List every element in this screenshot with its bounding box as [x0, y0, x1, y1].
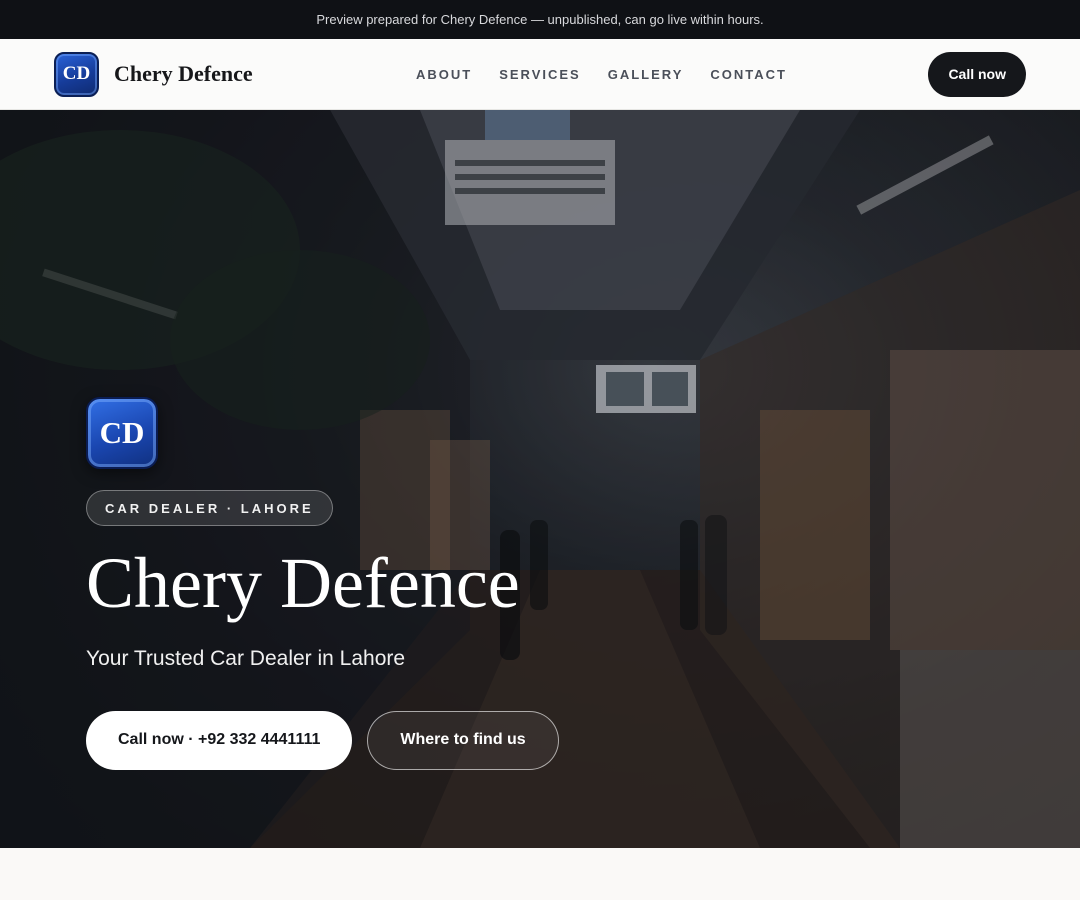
brand-logo-initials: CD [62, 63, 91, 84]
category-badge: CAR DEALER · LAHORE [86, 490, 333, 526]
nav-link-contact[interactable]: CONTACT [710, 67, 787, 82]
nav-link-about[interactable]: ABOUT [416, 67, 472, 82]
call-now-button[interactable]: Call now [928, 51, 1026, 97]
preview-banner-text: Preview prepared for Chery Defence — unp… [316, 12, 764, 27]
preview-banner: Preview prepared for Chery Defence — unp… [0, 0, 1080, 39]
hero-content: CD CAR DEALER · LAHORE Chery Defence You… [86, 397, 559, 770]
where-to-find-us-button[interactable]: Where to find us [367, 710, 559, 770]
hero-buttons: Call now · +92 332 4441111 Where to find… [86, 710, 559, 770]
brand-logo: CD [54, 51, 99, 97]
top-navigation: CD Chery Defence ABOUT SERVICES GALLERY … [0, 39, 1080, 110]
nav-link-gallery[interactable]: GALLERY [608, 67, 684, 82]
hero-logo-initials: CD [99, 415, 145, 450]
brand[interactable]: CD Chery Defence [54, 51, 253, 97]
brand-name: Chery Defence [114, 61, 253, 86]
hero-logo: CD [86, 397, 158, 469]
nav-links: ABOUT SERVICES GALLERY CONTACT [416, 39, 787, 110]
call-phone-button[interactable]: Call now · +92 332 4441111 [86, 710, 353, 770]
nav-link-services[interactable]: SERVICES [499, 67, 581, 82]
hero-subtitle: Your Trusted Car Dealer in Lahore [86, 646, 406, 670]
next-section [0, 848, 1080, 900]
hero-title: Chery Defence [86, 543, 520, 623]
hero-section: CD CAR DEALER · LAHORE Chery Defence You… [0, 110, 1080, 848]
